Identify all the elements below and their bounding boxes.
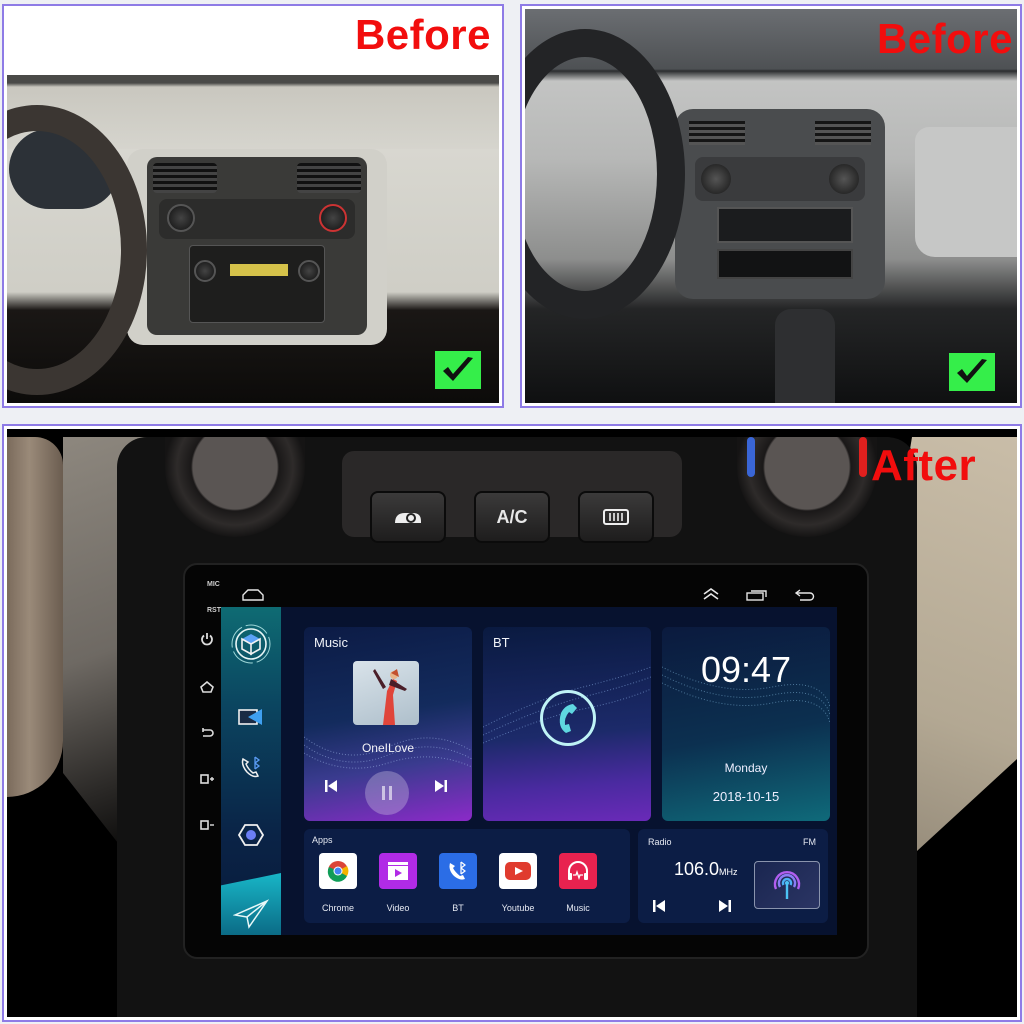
power-icon[interactable]	[197, 629, 217, 649]
volume-up-icon[interactable]	[197, 769, 217, 789]
app-sidebar	[221, 607, 281, 935]
app-label: Chrome	[321, 903, 354, 913]
skip-previous-icon[interactable]	[652, 899, 666, 916]
original-radio-panel	[147, 157, 367, 335]
radio-frequency: 106.0MHz	[674, 859, 738, 880]
home-outline-icon[interactable]	[241, 587, 265, 603]
hvac-buttons: A/C	[342, 451, 682, 543]
video-clapper-icon	[379, 853, 417, 889]
before-label: Before	[354, 11, 491, 58]
app-video[interactable]: Video	[368, 853, 428, 913]
apps-title: Apps	[312, 835, 333, 845]
bluetooth-phone-icon[interactable]	[221, 747, 281, 787]
frequency-unit: MHz	[719, 867, 738, 877]
app-bt[interactable]: BT	[428, 853, 488, 913]
app-youtube[interactable]: Youtube	[488, 853, 548, 913]
back-arrow-icon[interactable]	[793, 587, 817, 603]
phone-call-icon[interactable]	[540, 690, 596, 746]
app-label: Youtube	[501, 903, 535, 913]
skip-previous-icon[interactable]	[324, 779, 338, 796]
glove-box	[915, 127, 1017, 257]
skip-next-icon[interactable]	[718, 899, 732, 916]
skip-next-icon[interactable]	[434, 779, 448, 796]
music-title: Music	[314, 635, 348, 650]
broadcast-antenna-icon[interactable]	[754, 861, 820, 909]
cube-app-icon[interactable]	[221, 619, 281, 669]
youtube-icon	[499, 853, 537, 889]
headphones-icon	[559, 853, 597, 889]
app-label: BT	[452, 903, 464, 913]
chrome-icon	[319, 853, 357, 889]
video-cast-icon[interactable]	[221, 697, 281, 737]
album-art	[353, 661, 419, 725]
back-icon[interactable]	[197, 723, 217, 743]
checkmark-icon	[435, 351, 481, 389]
clock-time: 09:47	[700, 649, 792, 690]
app-music[interactable]: Music	[548, 853, 608, 913]
ac-button-label: A/C	[474, 491, 550, 543]
pause-icon[interactable]	[365, 771, 409, 815]
music-widget[interactable]: Music OneILove	[304, 627, 472, 821]
radio-band: FM	[803, 837, 816, 847]
frequency-value: 106.0	[674, 859, 720, 879]
app-label: Music	[566, 903, 590, 913]
mic-label: MIC	[207, 581, 220, 588]
rear-defrost-icon	[578, 491, 654, 543]
bluetooth-phone-icon	[439, 853, 477, 889]
clock-date: 2018-10-15	[712, 789, 780, 804]
after-label: After	[871, 441, 977, 490]
song-title: OneILove	[361, 741, 415, 755]
app-label: Video	[386, 903, 410, 913]
app-chrome[interactable]: Chrome	[308, 853, 368, 913]
steering-wheel	[7, 437, 63, 797]
before-photo-left: Before	[2, 4, 504, 408]
recent-apps-icon[interactable]	[745, 587, 769, 603]
hexagon-settings-icon[interactable]	[221, 815, 281, 855]
aftermarket-radio	[717, 207, 853, 243]
clock-widget[interactable]: 09:47 Monday 2018-10-15	[662, 627, 830, 821]
recirculation-icon	[370, 491, 446, 543]
apps-widget: Apps Chrome Video BT Youtube Music	[304, 829, 630, 923]
radio-widget[interactable]: Radio FM 106.0MHz	[638, 829, 828, 923]
center-console	[675, 109, 885, 299]
home-icon[interactable]	[197, 677, 217, 697]
bluetooth-widget[interactable]: BT	[483, 627, 651, 821]
checkmark-icon	[949, 353, 995, 391]
chevron-double-up-icon[interactable]	[699, 586, 723, 602]
bt-title: BT	[493, 635, 510, 650]
reset-label[interactable]: RST	[207, 607, 221, 614]
paper-plane-navigation-icon[interactable]	[221, 873, 281, 935]
clock-day: Monday	[724, 761, 768, 775]
before-label: Before	[876, 15, 1013, 62]
after-photo: A/C After MIC RST Music OneILove BT 09:4…	[2, 424, 1022, 1022]
before-photo-right: Before	[520, 4, 1022, 408]
volume-down-icon[interactable]	[197, 815, 217, 835]
radio-title: Radio	[648, 837, 672, 847]
gear-shifter	[775, 309, 835, 403]
android-home-screen: Music OneILove BT 09:47 Monday 2018-10-1…	[221, 607, 837, 935]
